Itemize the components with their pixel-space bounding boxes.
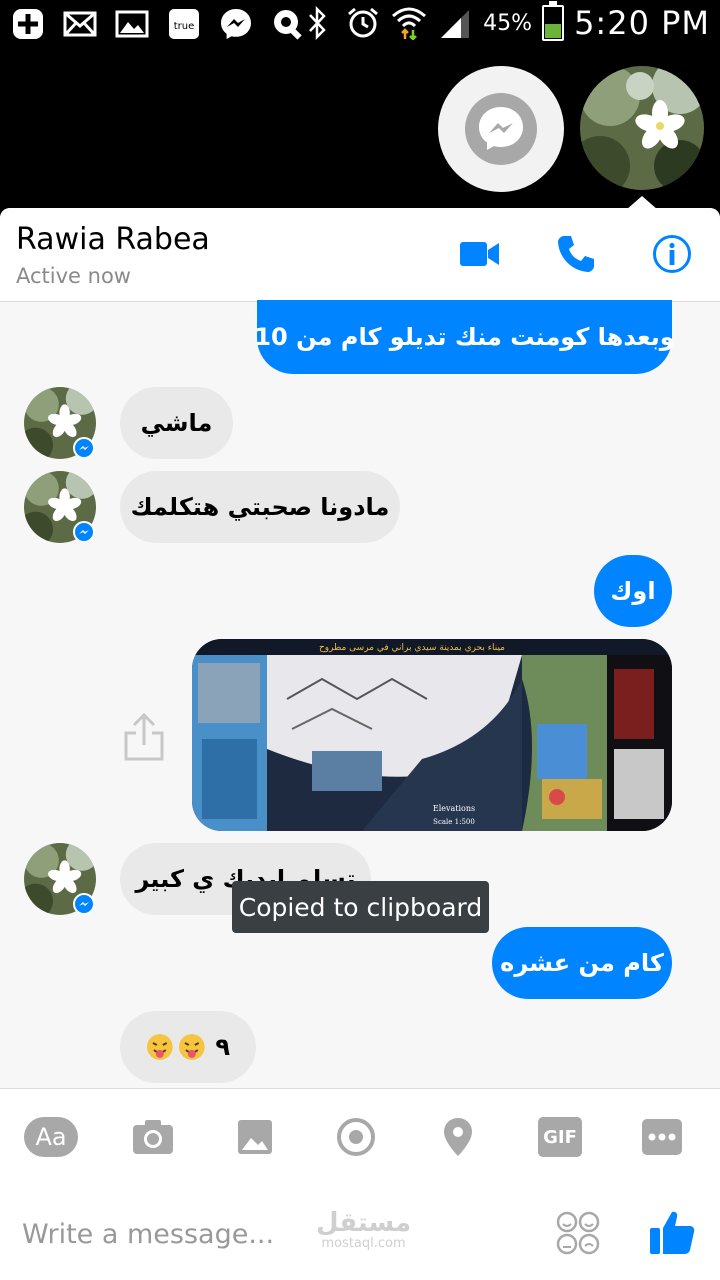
message-bubble-outgoing[interactable]: وبعدها كومنت منك تديلو كام من 10 bbox=[254, 300, 675, 374]
signal-icon bbox=[437, 5, 473, 41]
image-attachment[interactable]: ميناء بحري بمدينة سيدي براني في مرسى مطر… bbox=[192, 639, 672, 831]
contact-name[interactable]: Rawia Rabea bbox=[16, 222, 210, 257]
contact-chat-head[interactable] bbox=[580, 66, 704, 190]
bluetooth-icon bbox=[299, 5, 335, 41]
status-bar: true 45% 5:20 PM bbox=[0, 0, 720, 50]
message-bubble-outgoing[interactable]: كام من عشره bbox=[492, 927, 672, 999]
like-button[interactable] bbox=[648, 1208, 696, 1256]
chat-panel: Rawia Rabea Active now وبعدها كومنت منك … bbox=[0, 208, 720, 1280]
message-bubble-outgoing[interactable]: اوك bbox=[594, 555, 672, 627]
scale-caption: Scale 1:500 bbox=[433, 818, 475, 826]
camera-button[interactable] bbox=[125, 1113, 181, 1161]
architecture-poster-image: ميناء بحري بمدينة سيدي براني في مرسى مطر… bbox=[192, 639, 672, 831]
battery-percent: 45% bbox=[483, 10, 533, 36]
video-call-button[interactable] bbox=[458, 232, 502, 276]
mail-icon bbox=[62, 6, 98, 42]
svg-text:true: true bbox=[174, 21, 195, 32]
more-options-button[interactable] bbox=[634, 1113, 690, 1161]
tongue-out-emoji-icon bbox=[146, 1034, 173, 1060]
voice-call-button[interactable] bbox=[554, 232, 598, 276]
message-text: ٩ bbox=[215, 1033, 230, 1061]
thumbs-up-icon bbox=[650, 1211, 695, 1254]
gif-button[interactable]: GIF bbox=[532, 1113, 588, 1161]
elevations-caption: Elevations bbox=[433, 804, 475, 813]
messenger-badge-icon bbox=[73, 893, 95, 915]
tongue-out-emoji-icon bbox=[178, 1034, 205, 1060]
composer-input-row: مستقل mostaql.com bbox=[0, 1184, 720, 1280]
emoji-button[interactable] bbox=[555, 1210, 601, 1256]
flower-photo bbox=[580, 66, 704, 190]
messenger-icon bbox=[465, 93, 537, 165]
gallery-button[interactable] bbox=[227, 1113, 283, 1161]
share-icon bbox=[124, 712, 164, 761]
active-status: Active now bbox=[16, 264, 131, 288]
phone-icon bbox=[558, 236, 594, 272]
composer-toolbar: Aa GIF bbox=[0, 1088, 720, 1184]
emoji-icon bbox=[556, 1211, 600, 1255]
message-input[interactable] bbox=[22, 1212, 302, 1256]
text-format-label: Aa bbox=[24, 1117, 78, 1157]
battery-icon bbox=[542, 1, 565, 41]
alarm-icon bbox=[345, 5, 381, 41]
clock: 5:20 PM bbox=[574, 4, 710, 42]
conversation-info-button[interactable] bbox=[650, 232, 694, 276]
gallery-icon bbox=[114, 6, 150, 42]
poster-title: ميناء بحري بمدينة سيدي براني في مرسى مطر… bbox=[319, 643, 505, 653]
text-format-button[interactable]: Aa bbox=[23, 1113, 79, 1161]
wifi-icon bbox=[391, 5, 427, 41]
message-bubble-incoming[interactable]: مادونا صحبتي هتكلمك bbox=[120, 471, 400, 543]
more-icon bbox=[642, 1119, 682, 1155]
mostaql-watermark: مستقل mostaql.com bbox=[316, 1210, 411, 1252]
share-button[interactable] bbox=[122, 711, 166, 763]
messenger-chat-head[interactable] bbox=[438, 66, 564, 192]
video-camera-icon bbox=[460, 242, 499, 266]
plus-icon bbox=[10, 6, 46, 42]
battery-level bbox=[545, 23, 562, 38]
sticker-icon bbox=[337, 1118, 375, 1156]
clipboard-toast: Copied to clipboard bbox=[232, 881, 489, 933]
message-bubble-incoming[interactable]: ٩ bbox=[120, 1011, 256, 1083]
messenger-badge-icon bbox=[73, 521, 95, 543]
location-button[interactable] bbox=[430, 1113, 486, 1161]
camera-icon bbox=[133, 1120, 173, 1154]
info-icon bbox=[653, 235, 691, 273]
messenger-icon bbox=[218, 6, 254, 42]
watermark-latin: mostaql.com bbox=[321, 1236, 406, 1251]
conversation-header: Rawia Rabea Active now bbox=[0, 208, 720, 302]
photo-icon bbox=[238, 1120, 272, 1154]
message-bubble-incoming[interactable]: ماشي bbox=[120, 387, 233, 459]
messenger-badge-icon bbox=[73, 437, 95, 459]
gif-label: GIF bbox=[538, 1117, 582, 1157]
sticker-button[interactable] bbox=[328, 1113, 384, 1161]
chat-heads-area bbox=[0, 50, 720, 210]
watermark-arabic: مستقل bbox=[316, 1208, 412, 1238]
true-app-icon: true bbox=[166, 6, 202, 42]
location-pin-icon bbox=[444, 1118, 472, 1156]
